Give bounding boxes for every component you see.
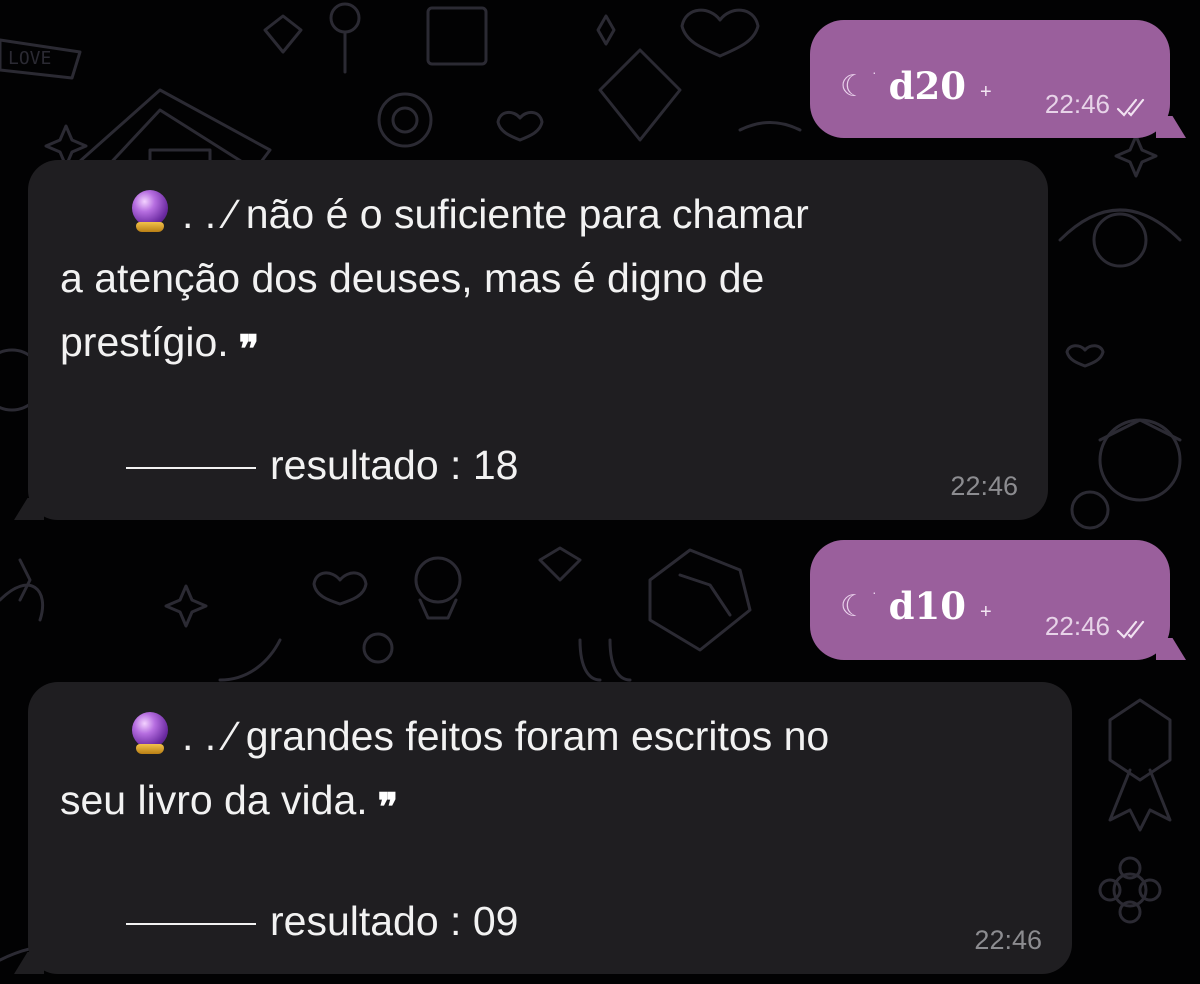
result-label: resultado : 09 [270,898,519,944]
roll-result: resultado : 09 [126,898,518,945]
plus-glyph: + [980,600,992,623]
roll-command: ☾ · d10 + [840,584,992,628]
wallpaper-love-text: LOVE [8,48,51,69]
plus-glyph: + [980,80,992,103]
outgoing-message-bubble[interactable]: ☾ · d20 + 22:46 [810,20,1170,138]
result-label: resultado : 18 [270,442,519,488]
incoming-message-bubble[interactable]: . . ⁄ não é o suficiente para chamar a a… [28,160,1048,520]
dot-glyph: · [872,64,877,80]
crystal-ball-icon [130,190,172,234]
incoming-message-bubble[interactable]: . . ⁄ grandes feitos foram escritos no s… [28,682,1072,974]
moon-icon: ☾ [840,588,867,624]
message-text: . . ⁄ grandes feitos foram escritos no s… [60,713,830,823]
message-time: 22:46 [1044,611,1110,641]
dice-command: d10 [888,584,967,628]
roll-result: resultado : 18 [126,442,518,489]
dot-glyph: · [872,584,877,600]
double-check-icon [1116,98,1145,117]
message-text: . . ⁄ não é o suficiente para chamar a a… [60,191,809,365]
crystal-ball-icon [130,712,172,756]
closing-quote-glyph: ❞ [238,326,260,371]
moon-icon: ☾ [840,68,867,104]
chat-view[interactable]: LOVE ☾ · d20 + 22:46 . . ⁄ não é o sufic… [0,0,1200,984]
message-time: 22:46 [1044,89,1110,119]
roll-command: ☾ · d20 + [840,64,992,108]
closing-quote-glyph: ❞ [377,784,399,829]
message-body: . . ⁄ não é o suficiente para chamar a a… [60,182,809,375]
result-divider [126,922,256,925]
message-time: 22:46 [950,471,1018,501]
message-time: 22:46 [974,925,1042,955]
double-check-icon [1116,620,1145,639]
outgoing-message-bubble[interactable]: ☾ · d10 + 22:46 [810,540,1170,660]
result-divider [126,466,256,469]
message-body: . . ⁄ grandes feitos foram escritos no s… [60,704,829,833]
dice-command: d20 [888,64,967,108]
